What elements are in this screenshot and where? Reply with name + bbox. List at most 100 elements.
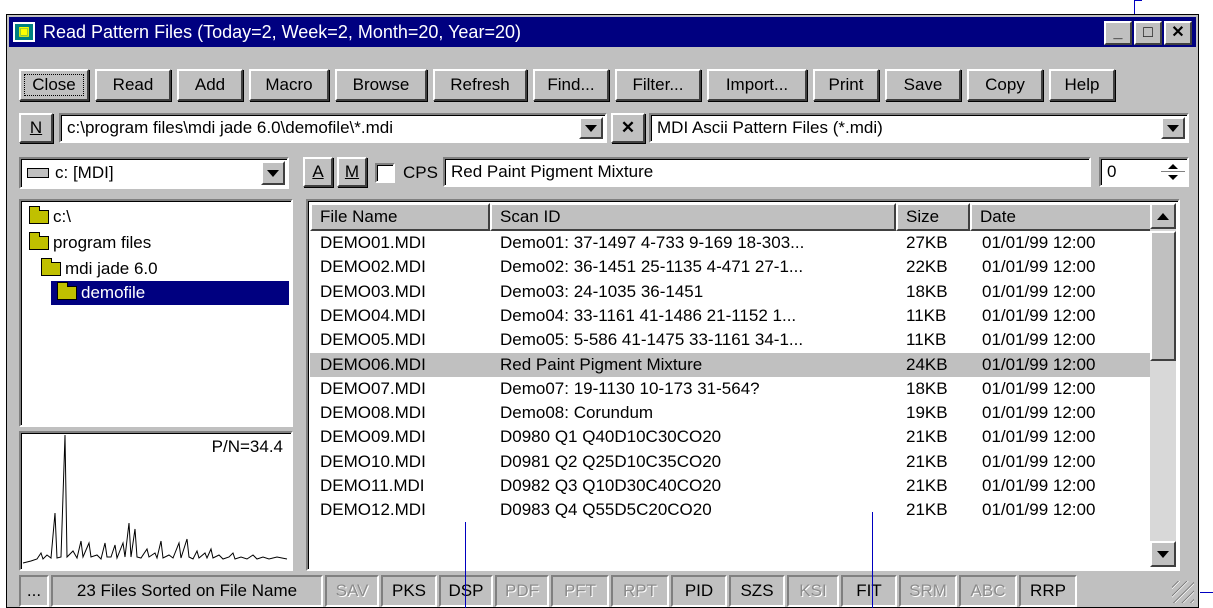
drive-dropdown-button[interactable] bbox=[261, 161, 285, 185]
file-type-dropdown-button[interactable] bbox=[1161, 117, 1185, 139]
clear-path-button[interactable]: ✕ bbox=[611, 113, 645, 143]
column-header-date[interactable]: Date bbox=[970, 203, 1152, 231]
drive-value: c: [MDI] bbox=[55, 163, 114, 182]
date-cell: 01/01/99 12:00 bbox=[982, 378, 1096, 398]
toolbar-button-label: Find... bbox=[547, 75, 595, 94]
toolbar-button-filter[interactable]: Filter... bbox=[615, 69, 701, 101]
column-header-file-name[interactable]: File Name bbox=[310, 203, 490, 231]
minimize-button[interactable]: _ bbox=[1104, 21, 1132, 45]
spin-down-icon[interactable] bbox=[1161, 172, 1185, 183]
number-spinner[interactable]: 0 bbox=[1099, 157, 1189, 187]
scroll-down-button[interactable] bbox=[1150, 541, 1176, 567]
pattern-preview[interactable]: P/N=34.4 bbox=[19, 431, 293, 571]
tree-label: c:\ bbox=[53, 207, 71, 226]
status-panel-abc[interactable]: ABC bbox=[959, 575, 1017, 607]
status-panel-ksi[interactable]: KSI bbox=[787, 575, 839, 607]
size-cell: 18KB bbox=[906, 378, 948, 398]
scroll-up-button[interactable] bbox=[1150, 203, 1176, 229]
toolbar-button-copy[interactable]: Copy bbox=[967, 69, 1043, 101]
scan-id-field[interactable]: Red Paint Pigment Mixture bbox=[443, 157, 1091, 187]
size-cell: 21KB bbox=[906, 500, 948, 520]
file-row[interactable]: DEMO08.MDI Demo08: Corundum 19KB 01/01/99 1… bbox=[310, 401, 1152, 425]
status-panel-sav[interactable]: SAV bbox=[325, 575, 379, 607]
status-panel-23filessortedonfilen[interactable]: 23 Files Sorted on File Name bbox=[51, 575, 323, 607]
toolbar-button-print[interactable]: Print bbox=[813, 69, 879, 101]
spin-up-icon[interactable] bbox=[1161, 161, 1185, 172]
tree-node-program-files[interactable]: program files bbox=[29, 231, 151, 255]
column-header-scan-id[interactable]: Scan ID bbox=[490, 203, 896, 231]
toolbar-button-macro[interactable]: Macro bbox=[249, 69, 329, 101]
scan-id-cell: Demo04: 33-1161 41-1486 21-1152 1... bbox=[500, 305, 797, 325]
path-combo[interactable]: c:\program files\mdi jade 6.0\demofile\*… bbox=[59, 113, 607, 143]
file-row[interactable]: DEMO09.MDI D0980 Q1 Q40D10C30CO20 21KB 01/0… bbox=[310, 425, 1152, 449]
file-row[interactable]: DEMO10.MDI D0981 Q2 Q25D10C35CO20 21KB 01/0… bbox=[310, 450, 1152, 474]
toolbar-button-read[interactable]: Read bbox=[95, 69, 171, 101]
toolbar-button-browse[interactable]: Browse bbox=[335, 69, 427, 101]
folder-tree[interactable]: c:\ program files mdi jade 6.0 demofile bbox=[19, 199, 293, 427]
status-panel-rpt[interactable]: RPT bbox=[611, 575, 669, 607]
status-panel-pft[interactable]: PFT bbox=[551, 575, 609, 607]
toolbar-button-add[interactable]: Add bbox=[177, 69, 243, 101]
file-name-cell: DEMO04.MDI bbox=[320, 305, 426, 325]
file-row[interactable]: DEMO04.MDI Demo04: 33-1161 41-1486 21-115… bbox=[310, 304, 1152, 328]
file-row[interactable]: DEMO07.MDI Demo07: 19-1130 10-173 31-564?… bbox=[310, 377, 1152, 401]
tree-label: program files bbox=[53, 233, 152, 252]
chevron-down-icon bbox=[1167, 124, 1179, 132]
toolbar-button-close[interactable]: Close bbox=[19, 69, 89, 101]
file-row[interactable]: DEMO02.MDI Demo02: 36-1451 25-1135 4-471 … bbox=[310, 255, 1152, 279]
vertical-scrollbar[interactable] bbox=[1150, 203, 1176, 567]
size-cell: 21KB bbox=[906, 476, 948, 495]
status-panel-dsp[interactable]: DSP bbox=[439, 575, 493, 607]
status-panel-pks[interactable]: PKS bbox=[381, 575, 437, 607]
status-panel-szs[interactable]: SZS bbox=[729, 575, 785, 607]
spin-buttons[interactable] bbox=[1161, 161, 1185, 183]
file-row[interactable]: DEMO03.MDI Demo03: 24-1035 36-1451 18KB 01/… bbox=[310, 280, 1152, 304]
scan-id-cell: D0980 Q1 Q40D10C30CO20 bbox=[500, 427, 722, 447]
close-window-button[interactable]: ✕ bbox=[1164, 21, 1192, 45]
status-panel-pdf[interactable]: PDF bbox=[495, 575, 549, 607]
file-row[interactable]: DEMO11.MDI D0982 Q3 Q10D30C40CO20 21KB 01/0… bbox=[310, 474, 1152, 498]
title-bar[interactable]: ▣ Read Pattern Files (Today=2, Week=2, M… bbox=[9, 17, 1196, 47]
toolbar-button-find[interactable]: Find... bbox=[533, 69, 609, 101]
tree-label: mdi jade 6.0 bbox=[65, 259, 158, 278]
toolbar-button-import[interactable]: Import... bbox=[707, 69, 807, 101]
toolbar-button-help[interactable]: Help bbox=[1049, 69, 1115, 101]
status-panel-[interactable]: ... bbox=[19, 575, 49, 607]
status-panel-fit[interactable]: FIT bbox=[841, 575, 897, 607]
m-button[interactable]: M bbox=[337, 157, 367, 187]
column-header-size[interactable]: Size bbox=[896, 203, 970, 231]
scan-id-cell: D0983 Q4 Q55D5C20CO20 bbox=[500, 500, 712, 520]
cps-checkbox[interactable] bbox=[375, 163, 395, 183]
file-row[interactable]: DEMO06.MDI Red Paint Pigment Mixture 24KB 0… bbox=[310, 352, 1152, 377]
size-cell: 21KB bbox=[906, 427, 948, 447]
a-button[interactable]: A bbox=[303, 157, 333, 187]
tree-node-mdi-jade[interactable]: mdi jade 6.0 bbox=[41, 257, 158, 281]
a-label: A bbox=[312, 162, 324, 181]
file-row[interactable]: DEMO05.MDI Demo05: 5-586 41-1475 33-1161 … bbox=[310, 328, 1152, 352]
date-cell: 01/01/99 12:00 bbox=[982, 500, 1096, 520]
file-name-cell: DEMO07.MDI bbox=[320, 378, 426, 398]
file-row[interactable]: DEMO12.MDI D0983 Q4 Q55D5C20CO20 21KB 01/01… bbox=[310, 498, 1152, 522]
toolbar-button-refresh[interactable]: Refresh bbox=[433, 69, 527, 101]
path-dropdown-button[interactable] bbox=[579, 117, 603, 139]
maximize-button[interactable]: □ bbox=[1134, 21, 1162, 45]
date-cell: 01/01/99 12:00 bbox=[982, 403, 1096, 423]
date-cell: 01/01/99 12:00 bbox=[982, 257, 1096, 277]
m-label: M bbox=[344, 162, 360, 181]
tree-node-root[interactable]: c:\ bbox=[29, 205, 71, 229]
file-type-combo[interactable]: MDI Ascii Pattern Files (*.mdi) bbox=[649, 113, 1189, 143]
size-cell: 18KB bbox=[906, 281, 948, 301]
n-button[interactable]: N bbox=[19, 113, 53, 143]
drive-icon bbox=[27, 168, 49, 178]
status-panel-pid[interactable]: PID bbox=[671, 575, 727, 607]
file-row[interactable]: DEMO01.MDI Demo01: 37-1497 4-733 9-169 18… bbox=[310, 231, 1152, 255]
resize-grip-icon[interactable] bbox=[1172, 581, 1194, 603]
status-panel-srm[interactable]: SRM bbox=[899, 575, 957, 607]
toolbar-button-save[interactable]: Save bbox=[885, 69, 961, 101]
status-panel-rrp[interactable]: RRP bbox=[1019, 575, 1077, 607]
drive-combo[interactable]: c: [MDI] bbox=[19, 157, 289, 189]
file-list[interactable]: File Name Scan ID Size Date DEMO01.MDI De… bbox=[306, 199, 1180, 571]
scroll-thumb[interactable] bbox=[1150, 231, 1176, 361]
tree-node-demofile[interactable]: demofile bbox=[51, 281, 289, 305]
cps-label: CPS bbox=[403, 163, 438, 182]
